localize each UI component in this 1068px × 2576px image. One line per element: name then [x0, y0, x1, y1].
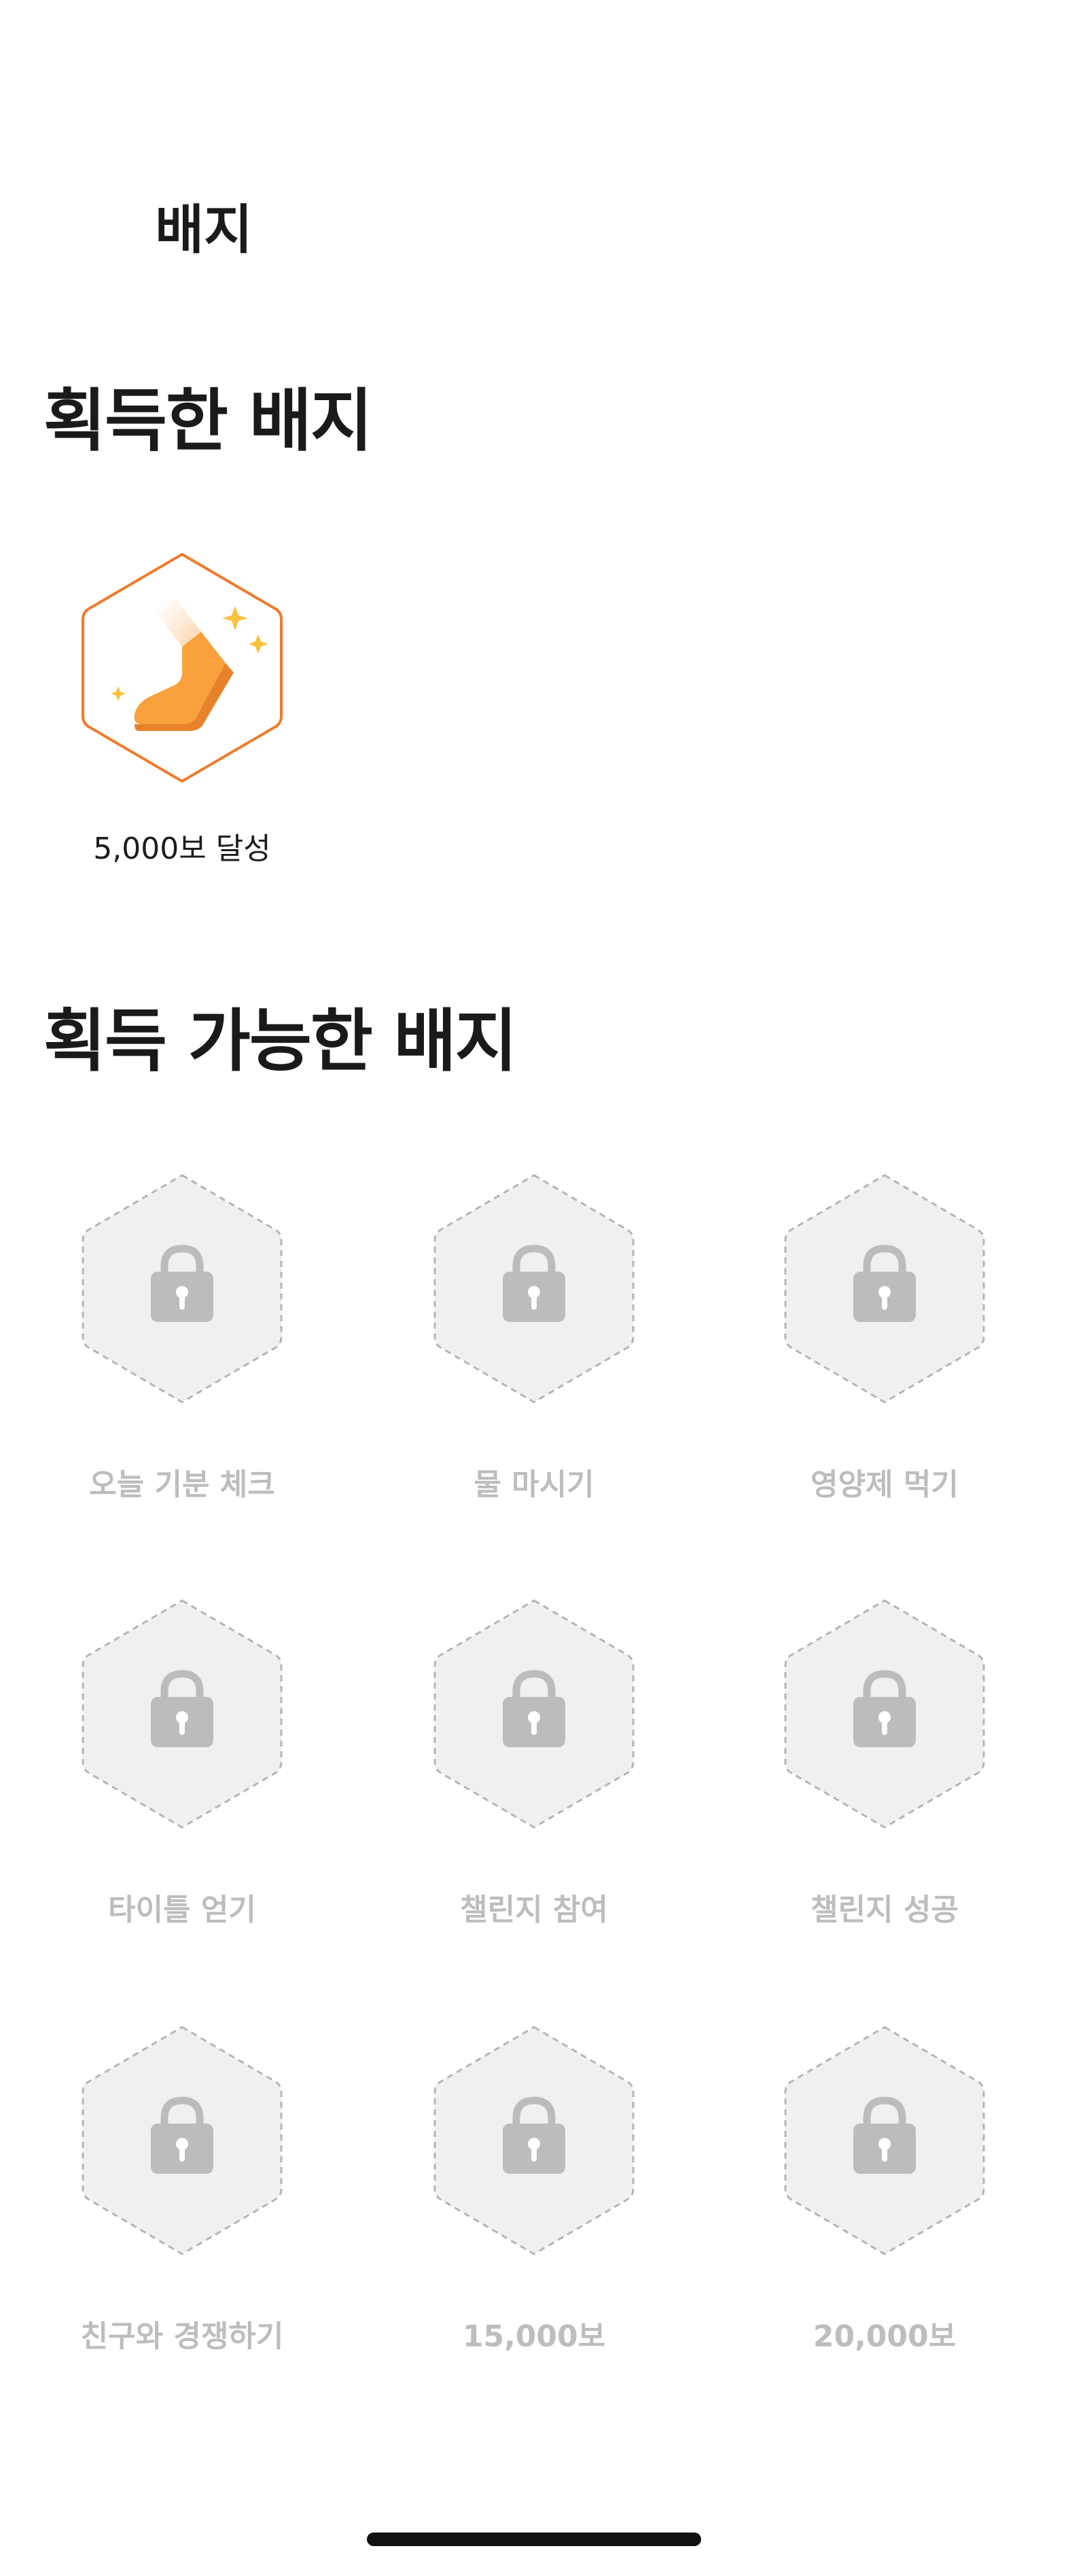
locked-hexagon-icon: [82, 1599, 283, 1829]
locked-badge[interactable]: 오늘 기분 체크: [53, 1173, 311, 1526]
badge-label: 챌린지 성공: [811, 1893, 959, 1927]
earned-section-title: 획득한 배지: [43, 381, 373, 461]
locked-hexagon-icon: [433, 2026, 635, 2255]
locked-badge[interactable]: 타이틀 얻기: [53, 1598, 311, 1951]
locked-badge[interactable]: 20,000보: [755, 2024, 1014, 2378]
badge-label: 챌린지 참여: [460, 1893, 608, 1927]
locked-badge[interactable]: 물 마시기: [405, 1173, 663, 1526]
locked-hexagon-icon: [784, 1174, 985, 1403]
locked-badge[interactable]: 챌린지 참여: [405, 1598, 663, 1951]
locked-badge[interactable]: 15,000보: [405, 2024, 663, 2378]
badge-label: 물 마시기: [474, 1467, 594, 1502]
locked-hexagon-icon: [82, 2026, 283, 2255]
locked-badge[interactable]: 영양제 먹기: [755, 1173, 1014, 1526]
badge-label: 영양제 먹기: [811, 1467, 959, 1502]
home-indicator: [367, 2533, 701, 2546]
badge-label: 친구와 경쟁하기: [80, 2319, 284, 2354]
walking-shoe-icon: [82, 553, 283, 783]
page-title: 배지: [155, 200, 253, 261]
locked-hexagon-icon: [433, 1599, 635, 1829]
badge-label: 20,000보: [813, 2319, 957, 2354]
locked-hexagon-icon: [784, 2026, 985, 2255]
available-section-title: 획득 가능한 배지: [43, 1001, 518, 1081]
badge-label: 타이틀 얻기: [108, 1893, 256, 1927]
badge-label: 5,000보 달성: [93, 831, 271, 866]
locked-hexagon-icon: [433, 1174, 635, 1403]
locked-hexagon-icon: [82, 1174, 283, 1403]
locked-badge[interactable]: 챌린지 성공: [755, 1598, 1014, 1951]
badge-label: 15,000보: [462, 2319, 606, 2354]
locked-badge[interactable]: 친구와 경쟁하기: [53, 2024, 311, 2378]
badge-label: 오늘 기분 체크: [89, 1467, 275, 1502]
locked-hexagon-icon: [784, 1599, 985, 1829]
earned-badge-5000-steps[interactable]: 5,000보 달성: [53, 552, 311, 905]
